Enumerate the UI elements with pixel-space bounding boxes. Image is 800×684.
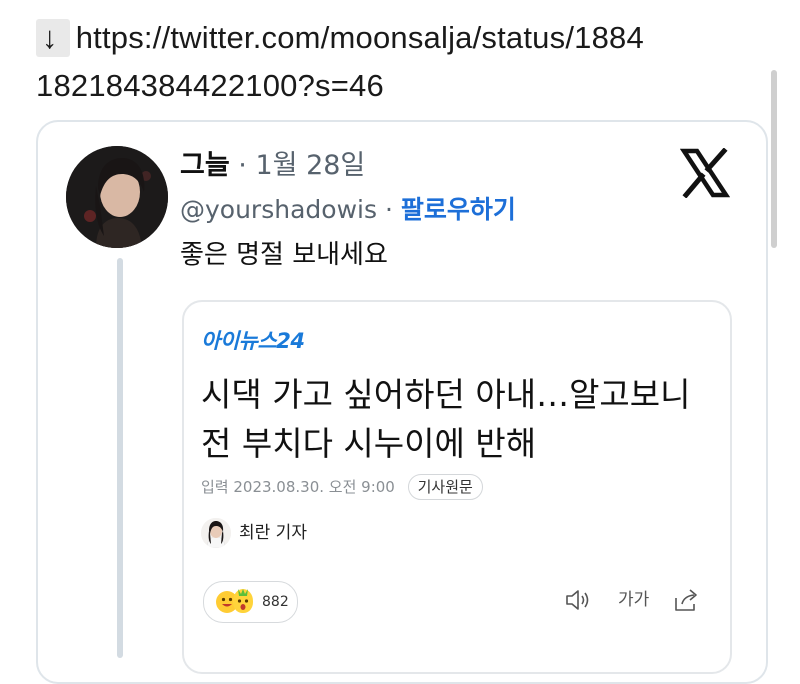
speaker-icon[interactable]: [564, 585, 592, 615]
surprised-emoji-icon: [233, 589, 253, 613]
shared-link[interactable]: ↓ https://twitter.com/moonsalja/status/18…: [36, 14, 776, 110]
reaction-count: 882: [262, 594, 289, 610]
separator-dot: ·: [238, 150, 247, 181]
x-logo-icon[interactable]: [680, 148, 730, 198]
display-name[interactable]: 그늘: [180, 150, 230, 181]
published-time: 입력 2023.08.30. 오전 9:00: [201, 478, 395, 496]
reporter-name: 최란 기자: [239, 523, 307, 543]
arrow-glyph: ↓: [42, 20, 58, 55]
down-arrow-icon: ↓: [36, 19, 70, 57]
original-article-button[interactable]: 기사원문: [407, 474, 483, 500]
separator-dot-2: ·: [384, 195, 393, 224]
avatar[interactable]: [66, 146, 168, 248]
scrollbar[interactable]: [771, 70, 777, 248]
reaction-button[interactable]: 882: [203, 581, 298, 623]
handle-row: @yourshadowis · 팔로우하기: [180, 192, 516, 228]
tweet-author-row: 그늘 · 1월 28일: [180, 148, 365, 184]
user-handle[interactable]: @yourshadowis: [180, 195, 377, 224]
share-icon[interactable]: [672, 585, 700, 615]
font-size-icon: 가가: [618, 590, 650, 610]
article-meta: 입력 2023.08.30. 오전 9:00 기사원문: [201, 474, 483, 500]
tweet-text: 좋은 명절 보내세요: [180, 240, 388, 270]
avatar-photo-icon: [66, 146, 168, 248]
follow-button[interactable]: 팔로우하기: [401, 195, 516, 224]
reporter-avatar: [201, 518, 231, 548]
reporter-photo-icon: [201, 518, 231, 548]
thread-connector: [117, 258, 123, 658]
font-size-button[interactable]: 가가: [618, 585, 649, 615]
tweet-date[interactable]: 1월 28일: [255, 150, 365, 181]
url-line-2[interactable]: 182184384422100?s=46: [36, 68, 384, 103]
headline-line-1: 시댁 가고 싶어하던 아내…알고보니: [201, 375, 691, 414]
article-headline[interactable]: 시댁 가고 싶어하던 아내…알고보니 전 부치다 시누이에 반해: [201, 370, 721, 468]
url-line-1[interactable]: https://twitter.com/moonsalja/status/188…: [76, 20, 644, 55]
publisher-logo[interactable]: 아이뉴스24: [201, 325, 305, 355]
reporter-row[interactable]: 최란 기자: [201, 517, 307, 549]
headline-line-2: 전 부치다 시누이에 반해: [201, 424, 537, 463]
